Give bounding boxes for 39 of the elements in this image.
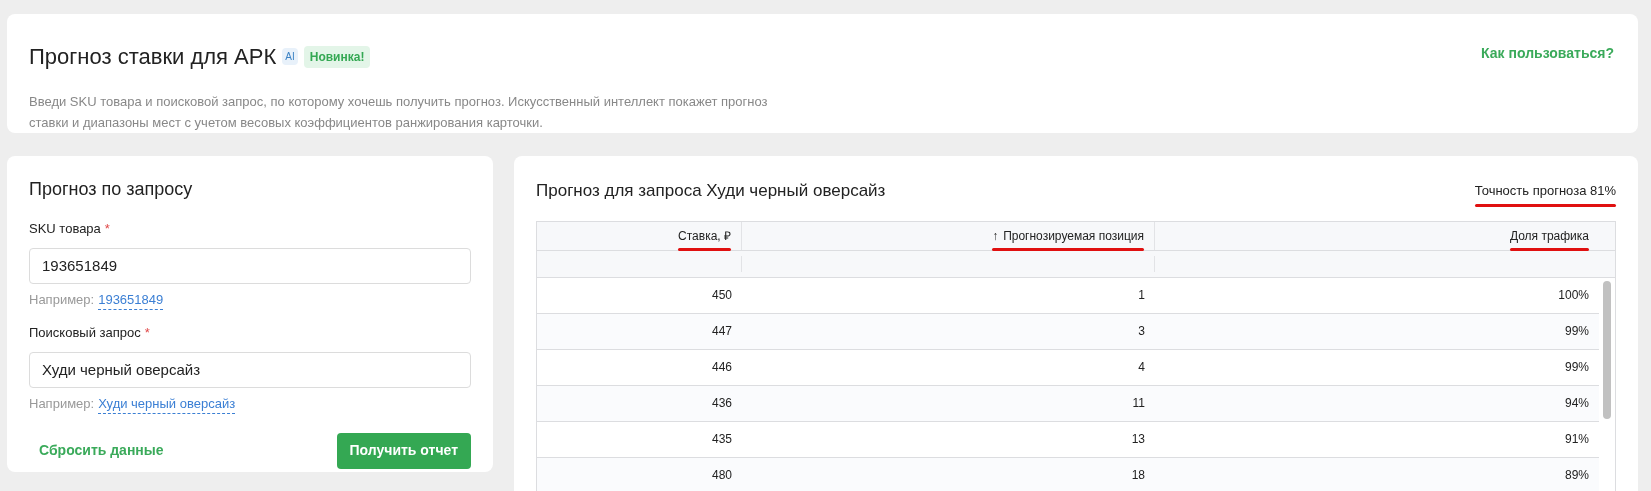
table-cell-text: 91% [1564,431,1589,448]
table-cell-text: 435 [711,431,732,448]
table-cell-text: 99% [1564,323,1589,340]
table-cell-text: 480 [711,467,732,484]
scrollbar-thumb[interactable] [1603,280,1611,419]
table-cell-text: 446 [711,359,732,376]
ai-badge: AI [282,48,298,65]
table-cell-text: 447 [711,323,732,340]
form-title: Прогноз по запросу [29,178,194,201]
required-mark: * [144,324,150,342]
column-header[interactable]: ↑ Прогнозируемая позиция [992,226,1144,245]
example-label: Например: [29,290,95,309]
results-title: Прогноз для запроса Худи черный оверсайз [536,180,886,202]
table-cell-text: 4 [1138,359,1145,376]
field-label: Поисковый запрос [29,324,141,342]
example-link[interactable]: 193651849 [98,289,164,310]
table-cell-text: 99% [1564,359,1589,376]
table-cell-text: 450 [711,287,732,304]
column-header[interactable]: Доля трафика [1509,226,1589,245]
example-label: Например: [29,394,95,413]
table-cell-text: 436 [711,395,732,412]
description: Введи SKU товара и поисковой запрос, по которому хочешь получить прогноз. Искусственный интеллект покажет прогноз ставки и диапазоны мест с учетом весовых коэффициентов ранжирования карточки. [29,93,769,132]
table-cell-text: 11 [1132,395,1145,412]
table-cell-text: 3 [1138,323,1145,340]
field-label: SKU товара [29,220,101,238]
table-cell-text: 94% [1564,395,1589,412]
accuracy-text: Точность прогноза 81% [1474,182,1616,200]
input-field[interactable]: Худи черный оверсайз [29,351,471,388]
input-field[interactable]: 193651849 [29,247,471,284]
table-cell-text: 18 [1131,467,1145,484]
required-mark: * [104,220,110,238]
table-cell-text: 100% [1558,287,1589,304]
column-header[interactable]: Ставка, ₽ [678,226,731,245]
table-cell-text: 13 [1131,431,1145,448]
page-title: Прогноз ставки для АРК [29,43,277,71]
example-link[interactable]: Худи черный оверсайз [98,393,236,414]
table-cell-text: 89% [1564,467,1589,484]
table-cell-text: 1 [1138,287,1145,304]
new-badge: Новинка! [303,45,371,68]
